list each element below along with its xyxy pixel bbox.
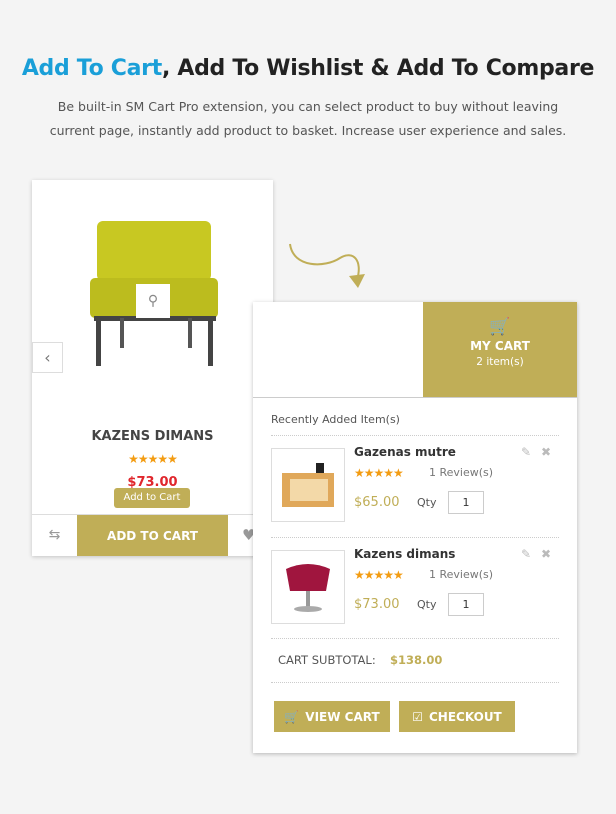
curved-arrow-icon <box>289 243 365 288</box>
item-price: $73.00 <box>354 597 400 612</box>
rating-stars: ★★★★★ <box>354 568 404 582</box>
product-name: KAZENS DIMANS <box>91 429 214 444</box>
item-name[interactable]: Kazens dimans <box>354 547 455 561</box>
item-name[interactable]: Gazenas mutre <box>354 445 456 459</box>
subtitle-line2: current page, instantly add product to b… <box>49 123 567 138</box>
check-square-icon: ☑ <box>412 709 423 724</box>
edit-pencil-icon[interactable]: ✎ <box>521 445 531 459</box>
cart-item: Gazenas mutre ✎ ✖ ★★★★★ 1 Review(s) $65.… <box>271 445 561 528</box>
recent-items-label: Recently Added Item(s) <box>271 413 400 426</box>
edit-pencil-icon[interactable]: ✎ <box>521 547 531 561</box>
subtotal-label: CART SUBTOTAL: <box>278 653 376 667</box>
cart-icon: 🛒 <box>489 317 511 337</box>
qty-input[interactable]: 1 <box>448 593 484 616</box>
title-rest: , Add To Wishlist & Add To Compare <box>161 56 595 81</box>
subtotal-value: $138.00 <box>390 653 443 667</box>
cart-count: 2 item(s) <box>476 356 524 368</box>
prev-arrow-button[interactable]: ‹ <box>32 342 63 373</box>
subtitle-line1: Be built-in SM Cart Pro extension, you c… <box>57 99 559 114</box>
my-cart-title: MY CART <box>470 339 530 353</box>
compare-icon[interactable]: ⇆ <box>32 515 77 556</box>
qty-input[interactable]: 1 <box>448 491 484 514</box>
tooltip: Add to Cart <box>114 488 190 508</box>
title-highlight: Add To Cart <box>21 56 162 81</box>
rating-stars: ★★★★★ <box>354 466 404 480</box>
cart-icon: 🛒 <box>284 709 300 724</box>
page-title: Add To Cart, Add To Wishlist & Add To Co… <box>0 56 616 81</box>
item-price: $65.00 <box>354 495 400 510</box>
quickview-search-icon[interactable]: ⚲ <box>136 284 170 318</box>
add-to-cart-button[interactable]: ADD TO CART <box>77 515 228 556</box>
product-card: ⚲ ‹ KAZENS DIMANS ★★★★★ $73.00 Add to Ca… <box>32 180 273 556</box>
mini-cart-panel: 🛒 MY CART 2 item(s) Recently Added Item(… <box>253 302 577 753</box>
remove-x-icon[interactable]: ✖ <box>541 445 551 459</box>
checkout-label: CHECKOUT <box>429 709 502 724</box>
review-count[interactable]: 1 Review(s) <box>429 466 493 479</box>
rating-stars: ★★★★★ <box>128 452 178 466</box>
item-thumbnail[interactable] <box>271 448 345 522</box>
cart-item: Kazens dimans ✎ ✖ ★★★★★ 1 Review(s) $73.… <box>271 547 561 630</box>
review-count[interactable]: 1 Review(s) <box>429 568 493 581</box>
my-cart-header[interactable]: 🛒 MY CART 2 item(s) <box>423 302 577 397</box>
view-cart-button[interactable]: 🛒 VIEW CART <box>274 701 390 732</box>
view-cart-label: VIEW CART <box>305 709 380 724</box>
qty-label: Qty <box>417 496 437 509</box>
qty-label: Qty <box>417 598 437 611</box>
checkout-button[interactable]: ☑ CHECKOUT <box>399 701 515 732</box>
item-thumbnail[interactable] <box>271 550 345 624</box>
remove-x-icon[interactable]: ✖ <box>541 547 551 561</box>
